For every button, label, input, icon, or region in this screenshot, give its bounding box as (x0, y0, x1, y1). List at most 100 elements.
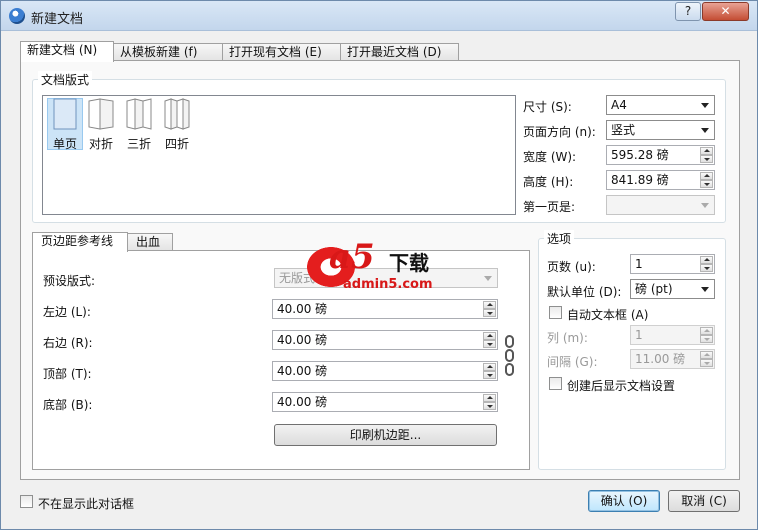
left-margin-value: 40.00 磅 (277, 302, 328, 316)
spin-down-icon[interactable] (700, 335, 713, 343)
spin-up-icon[interactable] (483, 332, 496, 340)
spin-up-icon[interactable] (483, 394, 496, 402)
columns-label: 列 (m): (547, 331, 588, 345)
columns-spinbox[interactable]: 1 (630, 325, 715, 345)
format-item-single[interactable]: 单页 (47, 98, 83, 151)
tab-open-existing[interactable]: 打开现有文档 (E) (222, 43, 341, 61)
fourfold-icon (164, 98, 190, 130)
spin-down-icon[interactable] (700, 264, 713, 272)
size-label: 尺寸 (S): (523, 100, 572, 114)
help-button[interactable]: ? (675, 2, 701, 21)
auto-textframe-label: 自动文本框 (A) (567, 308, 649, 322)
ok-button[interactable]: 确认 (O) (588, 490, 660, 512)
columns-value: 1 (635, 328, 643, 342)
dropdown-arrow-icon (701, 128, 709, 133)
tab-from-template[interactable]: 从模板新建 (f) (113, 43, 223, 61)
tab-open-recent[interactable]: 打开最近文档 (D) (340, 43, 459, 61)
spin-buttons[interactable] (700, 351, 713, 367)
window-title: 新建文档 (31, 12, 84, 27)
title-bar[interactable]: 新建文档 ? ✕ (1, 1, 757, 31)
size-select[interactable]: A4 (606, 95, 715, 115)
bottom-margin-spinbox[interactable]: 40.00 磅 (272, 392, 498, 412)
spin-down-icon[interactable] (483, 340, 496, 348)
format-list: 单页 对折 三折 四折 (42, 95, 516, 215)
unit-select[interactable]: 磅 (pt) (630, 279, 715, 299)
dropdown-arrow-icon (701, 203, 709, 208)
chain-link-bottom (505, 363, 514, 376)
dont-show-checkbox[interactable] (20, 495, 33, 508)
spin-up-icon[interactable] (700, 256, 713, 264)
document-format-title: 文档版式 (38, 71, 93, 88)
spin-down-icon[interactable] (700, 180, 713, 188)
width-spinbox[interactable]: 595.28 磅 (606, 145, 715, 165)
orientation-label: 页面方向 (n): (523, 125, 596, 139)
show-settings-checkbox[interactable] (549, 377, 562, 390)
format-label: 四折 (164, 137, 189, 151)
spin-down-icon[interactable] (483, 402, 496, 410)
top-margin-spinbox[interactable]: 40.00 磅 (272, 361, 498, 381)
spin-buttons[interactable] (700, 256, 713, 272)
width-value: 595.28 磅 (611, 148, 669, 162)
spin-up-icon[interactable] (700, 147, 713, 155)
spin-buttons[interactable] (700, 172, 713, 188)
single-page-icon (53, 98, 77, 130)
spin-down-icon[interactable] (483, 309, 496, 317)
gap-label: 间隔 (G): (547, 355, 598, 369)
right-margin-spinbox[interactable]: 40.00 磅 (272, 330, 498, 350)
pages-spinbox[interactable]: 1 (630, 254, 715, 274)
gap-spinbox[interactable]: 11.00 磅 (630, 349, 715, 369)
spin-buttons[interactable] (483, 301, 496, 317)
printer-margins-button[interactable]: 印刷机边距... (274, 424, 497, 446)
tab-margin-guides[interactable]: 页边距参考线 (32, 232, 128, 252)
dropdown-arrow-icon (701, 287, 709, 292)
tab-bleed[interactable]: 出血 (127, 233, 173, 251)
app-icon (9, 8, 25, 24)
left-margin-spinbox[interactable]: 40.00 磅 (272, 299, 498, 319)
spin-up-icon[interactable] (700, 172, 713, 180)
spin-buttons[interactable] (483, 363, 496, 379)
orientation-select[interactable]: 竖式 (606, 120, 715, 140)
dropdown-arrow-icon (701, 103, 709, 108)
tab-new-document[interactable]: 新建文档 (N) (20, 41, 114, 62)
gap-value: 11.00 磅 (635, 352, 686, 366)
top-margin-value: 40.00 磅 (277, 364, 328, 378)
chain-link-icon[interactable] (504, 333, 516, 377)
unit-value: 磅 (pt) (635, 282, 673, 296)
new-document-dialog: 新建文档 ? ✕ 新建文档 (N) 从模板新建 (f) 打开现有文档 (E) 打… (0, 0, 758, 530)
height-value: 841.89 磅 (611, 173, 669, 187)
auto-textframe-checkbox[interactable] (549, 306, 562, 319)
height-spinbox[interactable]: 841.89 磅 (606, 170, 715, 190)
left-margin-label: 左边 (L): (43, 305, 91, 319)
spin-up-icon[interactable] (700, 351, 713, 359)
trifold-icon (126, 98, 152, 130)
spin-buttons[interactable] (700, 147, 713, 163)
spin-up-icon[interactable] (483, 301, 496, 309)
spin-up-icon[interactable] (700, 327, 713, 335)
spin-buttons[interactable] (700, 327, 713, 343)
cancel-button[interactable]: 取消 (C) (668, 490, 740, 512)
spin-down-icon[interactable] (483, 371, 496, 379)
close-button[interactable]: ✕ (702, 2, 749, 21)
width-label: 宽度 (W): (523, 150, 577, 164)
bottom-margin-value: 40.00 磅 (277, 395, 328, 409)
unit-label: 默认单位 (D): (547, 285, 622, 299)
bottom-margin-label: 底部 (B): (43, 398, 93, 412)
format-item-fourfold[interactable]: 四折 (159, 98, 195, 151)
dont-show-label: 不在显示此对话框 (38, 497, 135, 511)
size-value: A4 (611, 98, 627, 112)
format-item-bifold[interactable]: 对折 (83, 98, 119, 151)
spin-up-icon[interactable] (483, 363, 496, 371)
spin-down-icon[interactable] (700, 359, 713, 367)
watermark-logo: a5 下载 admin5.com (307, 237, 457, 301)
spin-buttons[interactable] (483, 332, 496, 348)
spin-buttons[interactable] (483, 394, 496, 410)
preset-label: 预设版式: (43, 274, 96, 288)
watermark-a5: a5 (329, 237, 375, 277)
format-label: 对折 (88, 137, 113, 151)
format-item-trifold[interactable]: 三折 (121, 98, 157, 151)
dropdown-arrow-icon (484, 276, 492, 281)
height-label: 高度 (H): (523, 175, 574, 189)
spin-down-icon[interactable] (700, 155, 713, 163)
first-page-select[interactable] (606, 195, 715, 215)
show-settings-label: 创建后显示文档设置 (567, 379, 676, 393)
